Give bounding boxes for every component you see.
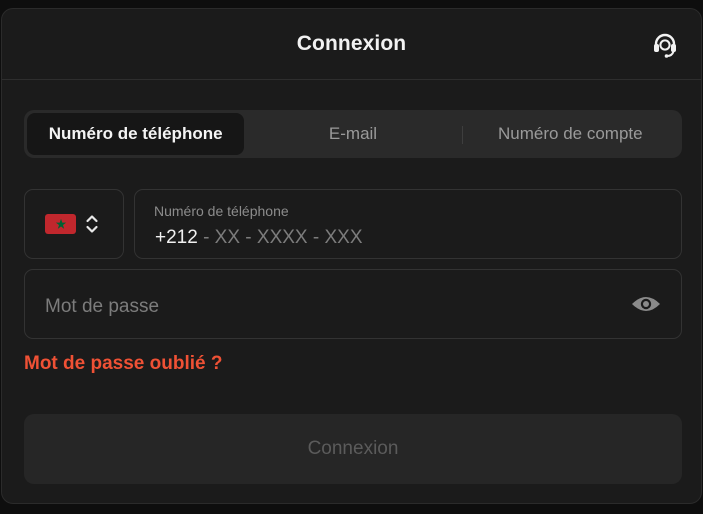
phone-input-value: +212 - XX - XXXX - XXX bbox=[155, 227, 363, 249]
modal-title: Connexion bbox=[296, 32, 407, 55]
country-code-selector[interactable] bbox=[24, 189, 124, 259]
headset-support-icon[interactable] bbox=[650, 30, 680, 60]
eye-icon[interactable] bbox=[631, 293, 661, 315]
login-method-tabs: Numéro de téléphone E-mail Numéro de com… bbox=[24, 110, 682, 158]
morocco-flag-icon bbox=[45, 214, 76, 234]
chevron-up-down-icon bbox=[86, 215, 98, 233]
tab-account-number[interactable]: Numéro de compte bbox=[461, 113, 679, 155]
password-placeholder: Mot de passe bbox=[45, 296, 160, 317]
tab-label: Numéro de compte bbox=[498, 124, 643, 143]
tab-phone-number[interactable]: Numéro de téléphone bbox=[27, 113, 245, 155]
password-input[interactable]: Mot de passe bbox=[24, 269, 682, 339]
forgot-password-link[interactable]: Mot de passe oublié ? bbox=[24, 353, 222, 375]
dial-code: +212 bbox=[155, 227, 198, 248]
phone-input-label: Numéro de téléphone bbox=[154, 203, 289, 219]
login-modal: Connexion Numéro de téléphone E-mail Num… bbox=[1, 8, 702, 504]
tab-label: Numéro de téléphone bbox=[48, 124, 223, 143]
tab-label: E-mail bbox=[328, 124, 378, 143]
login-submit-button[interactable]: Connexion bbox=[24, 414, 682, 484]
phone-mask: - XX - XXXX - XXX bbox=[197, 227, 363, 248]
tab-email[interactable]: E-mail bbox=[244, 113, 461, 155]
phone-number-input[interactable]: Numéro de téléphone +212 - XX - XXXX - X… bbox=[134, 189, 682, 259]
modal-header: Connexion bbox=[2, 9, 701, 80]
